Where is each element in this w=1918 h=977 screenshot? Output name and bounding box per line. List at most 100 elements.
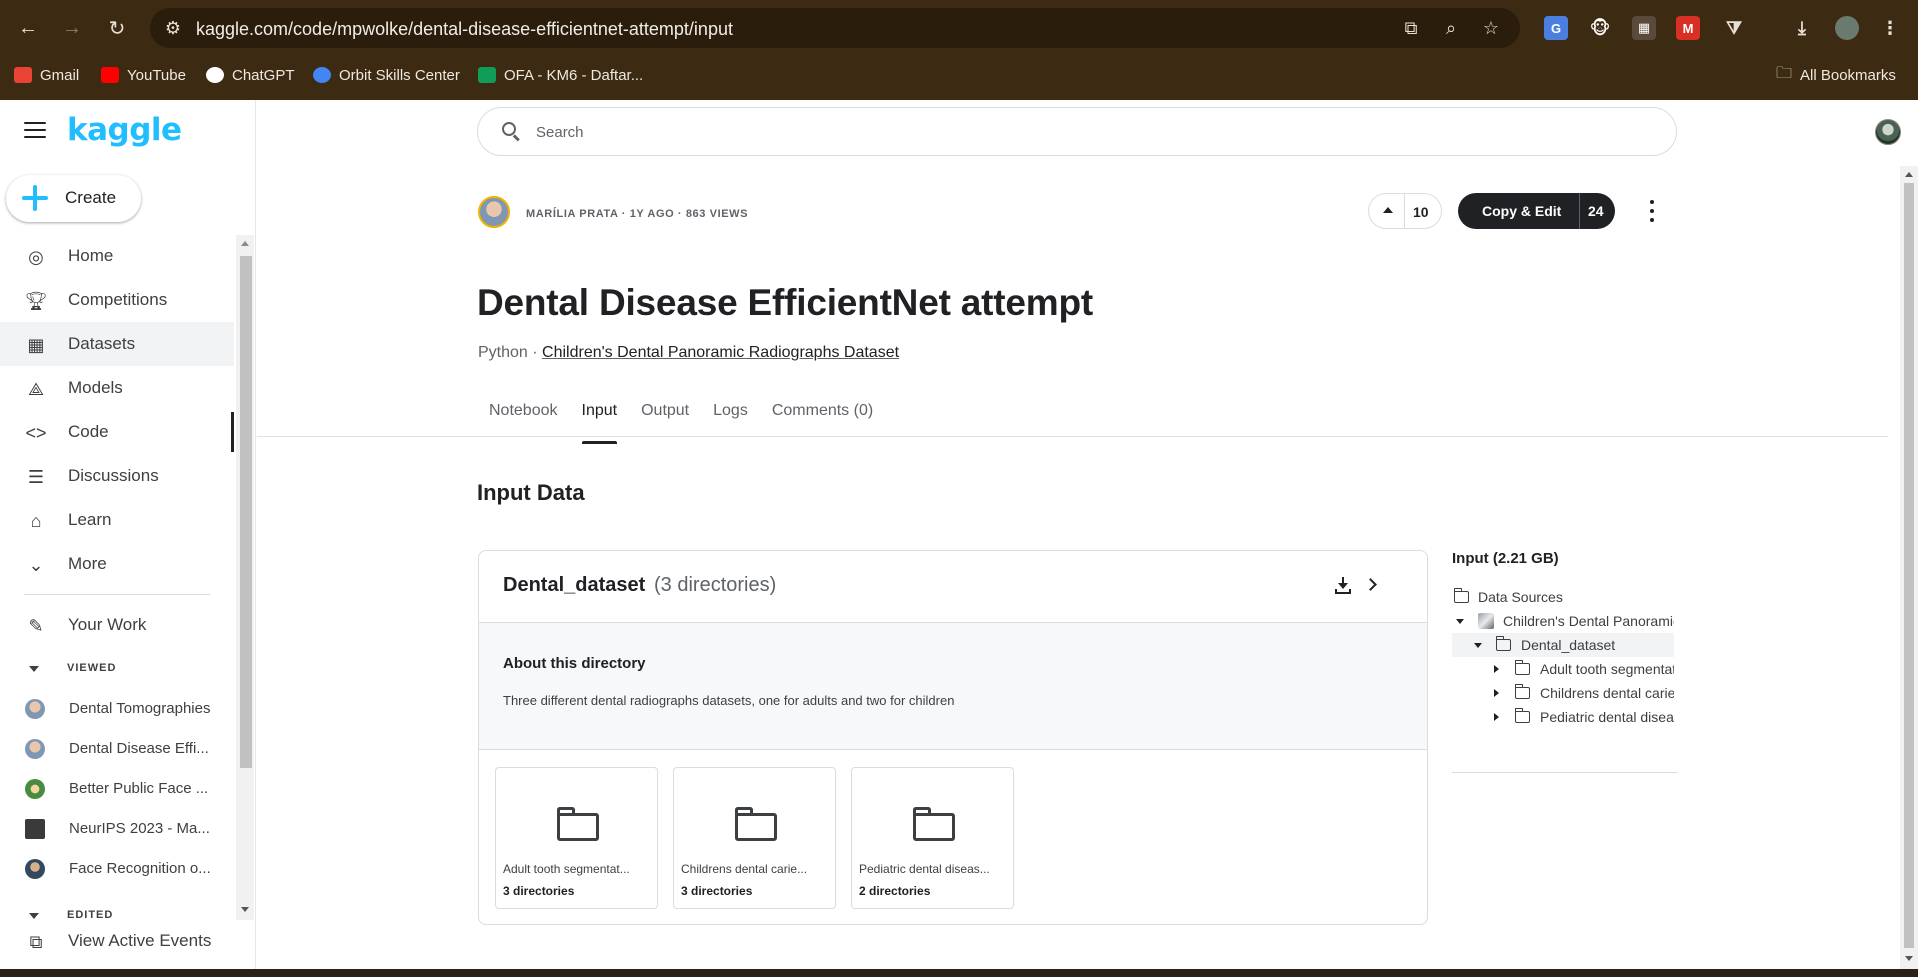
sidebar-item-learn[interactable]: ⌂ Learn — [0, 498, 234, 542]
sidebar-item-home[interactable]: ◎ Home — [0, 234, 234, 278]
compass-icon: ◎ — [28, 246, 44, 267]
address-url[interactable]: kaggle.com/code/mpwolke/dental-disease-e… — [196, 19, 733, 40]
search-bar[interactable] — [477, 107, 1677, 156]
folder-tile[interactable]: Childrens dental carie... 3 directories — [673, 767, 836, 909]
scroll-up-arrow-icon[interactable] — [241, 241, 249, 246]
menu-icon[interactable] — [24, 122, 46, 138]
site-info-icon[interactable]: ⚙ — [162, 17, 184, 39]
bookmark-gmail[interactable]: Gmail — [14, 62, 79, 88]
page-scrollbar-thumb[interactable] — [1904, 183, 1914, 948]
all-bookmarks[interactable]: 🗀 All Bookmarks — [1776, 62, 1896, 88]
bookmark-youtube[interactable]: YouTube — [101, 62, 186, 88]
bookmark-ofa[interactable]: OFA - KM6 - Daftar... — [478, 62, 643, 88]
tab-comments[interactable]: Comments (0) — [760, 400, 885, 440]
caret-right-icon[interactable] — [1494, 665, 1499, 673]
dataset-card: Dental_dataset (3 directories) About thi… — [478, 550, 1428, 925]
recent-item[interactable]: Face Recognition o... — [0, 847, 234, 887]
dataset-thumbnail-icon — [1478, 613, 1494, 629]
copy-edit-button[interactable]: Copy & Edit 24 — [1458, 193, 1615, 229]
recent-item-label: Dental Tomographies — [69, 700, 211, 717]
back-arrow-icon[interactable]: ← — [16, 16, 40, 40]
more-options-icon[interactable] — [1649, 200, 1655, 222]
recent-item[interactable]: Dental Disease Effi... — [0, 727, 234, 767]
sidebar-item-models[interactable]: ⟁ Models — [0, 366, 234, 410]
scroll-up-arrow-icon[interactable] — [1905, 172, 1913, 177]
folder-tile[interactable]: Pediatric dental diseas... 2 directories — [851, 767, 1014, 909]
address-bar[interactable]: ⚙ kaggle.com/code/mpwolke/dental-disease… — [150, 8, 1520, 48]
view-active-events[interactable]: ⧉ View Active Events — [0, 919, 234, 963]
caret-right-icon[interactable] — [1494, 713, 1499, 721]
tree-child-folder[interactable]: Pediatric dental disease detection datas… — [1452, 705, 1674, 729]
extension-grid-icon[interactable]: ▦ — [1632, 16, 1656, 40]
sidebar-item-your-work[interactable]: ✎ Your Work — [0, 603, 234, 647]
tab-logs[interactable]: Logs — [701, 400, 760, 440]
create-button[interactable]: Create — [6, 175, 141, 222]
scroll-down-arrow-icon[interactable] — [241, 907, 249, 912]
download-icon[interactable] — [1334, 577, 1352, 595]
dataset-count: (3 directories) — [654, 574, 777, 596]
bookmark-orbit[interactable]: Orbit Skills Center — [313, 62, 460, 88]
install-app-icon[interactable]: ⧉ — [1400, 17, 1422, 39]
tab-input[interactable]: Input — [570, 400, 630, 444]
kaggle-logo[interactable]: kaggle — [67, 112, 182, 148]
browser-menu-icon[interactable]: ⋮ — [1878, 16, 1902, 40]
tree-child-folder[interactable]: Adult tooth segmentation dataset — [1452, 657, 1674, 681]
upvote-arrow-icon — [1383, 207, 1393, 213]
sidebar-item-label: Your Work — [68, 615, 147, 634]
dataset-link[interactable]: Children's Dental Panoramic Radiographs … — [542, 344, 899, 361]
search-input[interactable] — [536, 121, 1436, 143]
folder-tile-name: Childrens dental carie... — [681, 862, 808, 876]
folder-tile-count: 3 directories — [503, 884, 575, 898]
extension-monkey-icon[interactable]: 🐵 — [1588, 16, 1612, 40]
tabs-divider — [257, 436, 1888, 437]
zoom-icon[interactable]: ⌕ — [1440, 17, 1462, 39]
sidebar-item-more[interactable]: ⌄ More — [0, 542, 234, 586]
folder-icon — [913, 807, 955, 841]
recent-item[interactable]: Better Public Face ... — [0, 767, 234, 807]
tree-child-folder[interactable]: Childrens dental caries segmentation dat… — [1452, 681, 1674, 705]
recent-item-label: Dental Disease Effi... — [69, 740, 209, 757]
downloads-icon[interactable]: ⤓ — [1790, 16, 1814, 40]
avatar — [25, 699, 45, 719]
author-meta: MARÍLIA PRATA · 1Y AGO · 863 VIEWS — [526, 208, 749, 220]
chevron-right-icon[interactable] — [1364, 578, 1377, 591]
author-avatar[interactable] — [478, 196, 510, 228]
sidebar-item-discussions[interactable]: ☰ Discussions — [0, 454, 234, 498]
sidebar-item-label: Competitions — [68, 290, 168, 309]
user-avatar[interactable] — [1875, 119, 1901, 145]
scroll-down-arrow-icon[interactable] — [1905, 956, 1913, 961]
tree-label: Dental_dataset — [1521, 637, 1616, 653]
main-content: MARÍLIA PRATA · 1Y AGO · 863 VIEWS 10 Co… — [257, 100, 1901, 969]
folder-tile-name: Adult tooth segmentat... — [503, 862, 630, 876]
tab-output[interactable]: Output — [629, 400, 701, 440]
caret-right-icon[interactable] — [1494, 689, 1499, 697]
bookmark-star-icon[interactable]: ☆ — [1480, 17, 1502, 39]
tree-data-sources[interactable]: Data Sources — [1452, 585, 1674, 609]
bookmark-chatgpt[interactable]: ChatGPT — [206, 62, 295, 88]
all-bookmarks-label: All Bookmarks — [1800, 66, 1896, 84]
sidebar-item-code[interactable]: <> Code — [0, 410, 234, 454]
folder-tile[interactable]: Adult tooth segmentat... 3 directories — [495, 767, 658, 909]
upvote-button[interactable]: 10 — [1368, 193, 1442, 229]
folder-tile-count: 3 directories — [681, 884, 753, 898]
caret-down-icon[interactable] — [1456, 619, 1464, 624]
taskbar-strip — [0, 969, 1918, 977]
extension-mendeley-icon[interactable]: M — [1676, 16, 1700, 40]
recent-item[interactable]: Dental Tomographies — [0, 687, 234, 727]
caret-down-icon[interactable] — [1474, 643, 1482, 648]
tree-dataset[interactable]: Children's Dental Panoramic Radiographs … — [1452, 609, 1674, 633]
viewed-caret-icon[interactable] — [29, 666, 39, 672]
sidebar-item-datasets[interactable]: ▦ Datasets — [0, 322, 234, 366]
forward-arrow-icon[interactable]: → — [60, 16, 84, 40]
sidebar-item-competitions[interactable]: 🏆︎ Competitions — [0, 278, 234, 322]
reload-icon[interactable]: ↻ — [105, 16, 129, 40]
profile-avatar[interactable] — [1835, 16, 1859, 40]
google-translate-icon[interactable]: G — [1544, 16, 1568, 40]
tab-notebook[interactable]: Notebook — [477, 400, 570, 440]
plus-icon — [21, 184, 49, 212]
tree-label: Childrens dental caries segmentation dat… — [1540, 685, 1674, 701]
extensions-puzzle-icon[interactable]: ⧩ — [1722, 16, 1746, 40]
sidebar-scrollbar-thumb[interactable] — [240, 256, 252, 768]
recent-item[interactable]: NeurIPS 2023 - Ma... — [0, 807, 234, 847]
tree-dental-dataset[interactable]: Dental_dataset — [1452, 633, 1674, 657]
